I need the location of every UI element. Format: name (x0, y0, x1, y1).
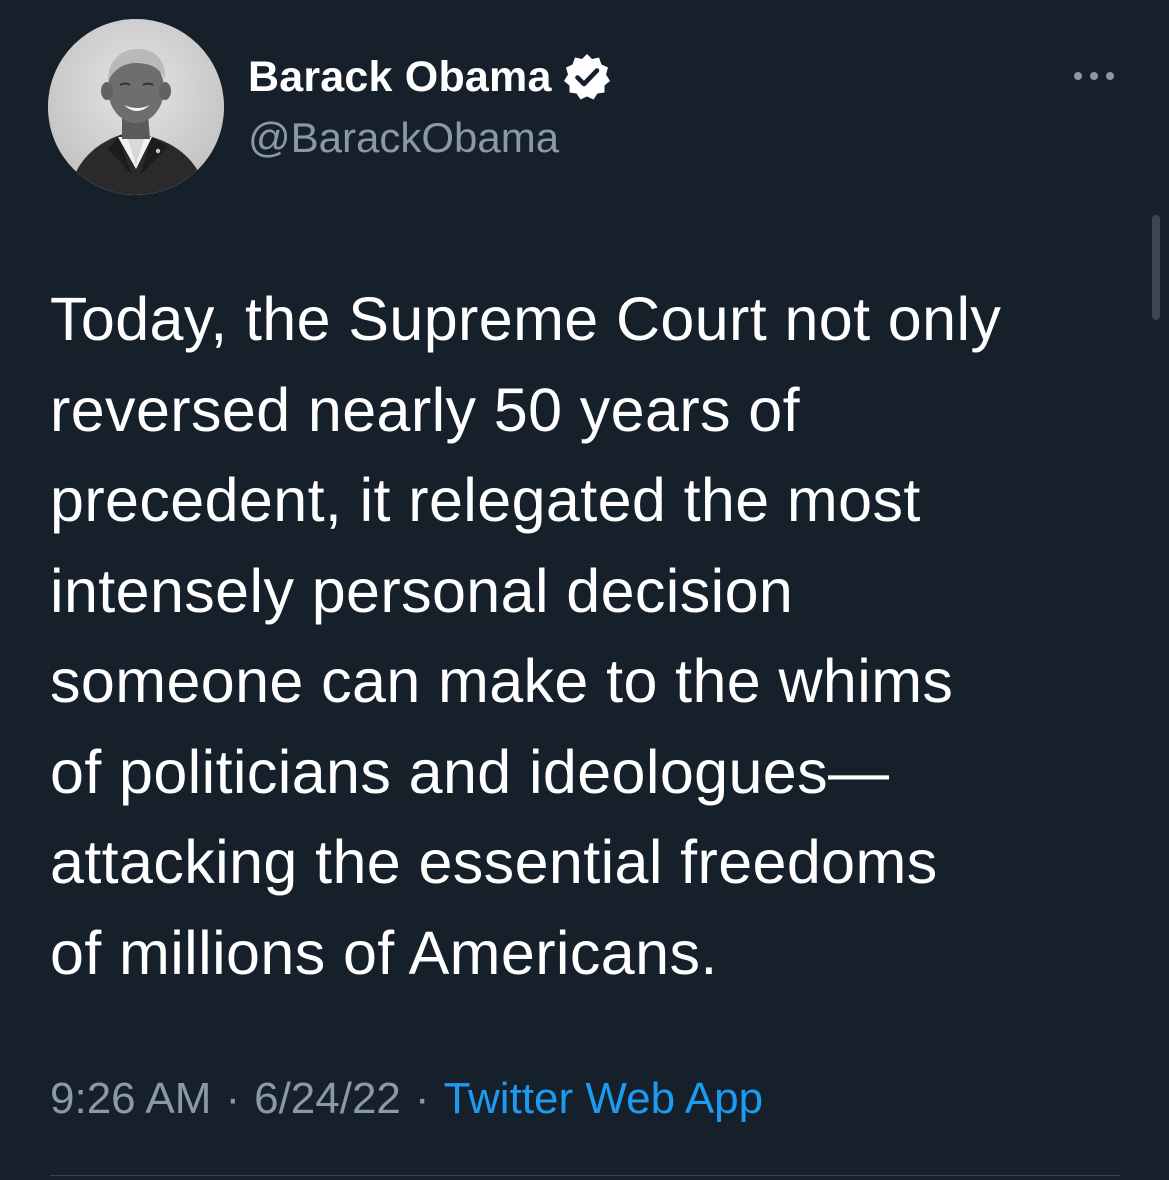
tweet-source-link[interactable]: Twitter Web App (444, 1074, 764, 1124)
avatar-photo (48, 19, 224, 195)
verified-badge-icon (562, 52, 612, 102)
tweet-text-line: of politicians and ideologues— (50, 737, 890, 806)
tweet-date[interactable]: 6/24/22 (254, 1074, 401, 1124)
tweet-text-line: precedent, it relegated the most (50, 466, 921, 534)
avatar[interactable] (48, 19, 224, 195)
separator-dot: · (414, 1074, 430, 1123)
scrollbar-thumb[interactable] (1152, 215, 1160, 320)
tweet-text-line: someone can make to the whims (50, 647, 954, 715)
more-options-icon (1074, 72, 1114, 80)
tweet-text-line: intensely personal decision (50, 556, 794, 625)
author-handle[interactable]: @BarackObama (248, 114, 559, 162)
author-name-row[interactable]: Barack Obama (248, 50, 612, 104)
divider (50, 1175, 1120, 1176)
more-options-button[interactable] (1068, 58, 1120, 94)
tweet-text-line: Today, the Supreme Court not only (50, 285, 1002, 353)
tweet-card: Barack Obama @BarackObama Today, the Sup… (0, 0, 1169, 1180)
tweet-metadata: 9:26 AM · 6/24/22 · Twitter Web App (50, 1074, 763, 1124)
separator-dot: · (225, 1074, 241, 1123)
tweet-text-line: reversed nearly 50 years of (50, 375, 800, 444)
tweet-text: Today, the Supreme Court not only revers… (50, 274, 1150, 998)
author-display-name[interactable]: Barack Obama (248, 53, 552, 102)
tweet-text-line: of millions of Americans. (50, 918, 718, 987)
tweet-text-line: attacking the essential freedoms (50, 828, 938, 896)
tweet-time[interactable]: 9:26 AM (50, 1074, 211, 1124)
